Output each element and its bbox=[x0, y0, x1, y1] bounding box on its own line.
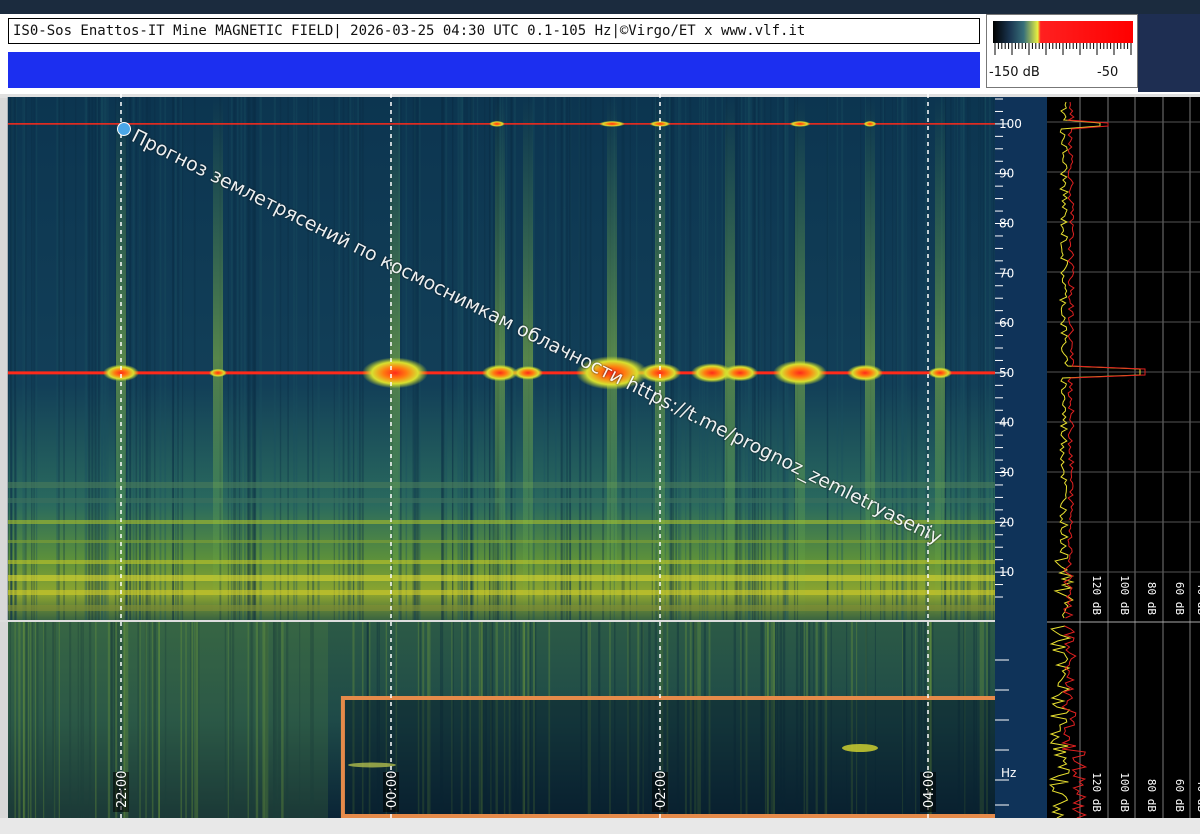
panel-divider bbox=[0, 620, 995, 622]
scale-min-label: -150 dB bbox=[989, 65, 1040, 80]
lower-bright-region bbox=[8, 622, 328, 818]
profile-db-label: 80 dB bbox=[1145, 779, 1158, 812]
time-tick-label: 04:00 bbox=[922, 771, 937, 808]
event-spike bbox=[523, 97, 533, 620]
freq-tick-label: 40 bbox=[999, 416, 1014, 430]
event-spike bbox=[865, 97, 875, 620]
telegram-icon bbox=[117, 122, 131, 136]
freq-unit-label: Hz bbox=[1001, 766, 1016, 780]
profile-db-label: 100 dB bbox=[1118, 772, 1131, 812]
color-scale-legend: -150 dB -50 bbox=[986, 14, 1138, 88]
burst-100hz bbox=[863, 120, 877, 127]
burst-100hz bbox=[489, 120, 505, 127]
freq-tick-label: 60 bbox=[999, 316, 1014, 330]
anomaly-blob bbox=[348, 762, 396, 768]
profile-db-label: 120 dB bbox=[1090, 772, 1103, 812]
profile-db-label: 40 dB bbox=[1195, 779, 1200, 812]
freq-tick-label: 80 bbox=[999, 217, 1014, 231]
spectrogram-svg: 22:00 00:00 02:00 04:00 10 20 30 40 50 60 70 80 90 10… bbox=[0, 0, 1200, 819]
color-scale-ticks bbox=[994, 43, 1132, 55]
burst-50hz bbox=[928, 367, 952, 379]
burst-50hz bbox=[847, 364, 883, 382]
burst-50hz bbox=[513, 365, 543, 380]
profile-db-label: 60 dB bbox=[1173, 582, 1186, 615]
burst-100hz bbox=[599, 120, 625, 127]
anomaly-blob bbox=[842, 744, 878, 752]
time-tick-label: 02:00 bbox=[654, 771, 669, 808]
freq-tick-label: 20 bbox=[999, 515, 1014, 529]
profile-db-label: 100 dB bbox=[1118, 575, 1131, 615]
burst-50hz bbox=[482, 364, 518, 382]
burst-50hz bbox=[722, 364, 758, 382]
event-spike bbox=[725, 97, 735, 620]
color-scale-gradient bbox=[993, 21, 1133, 43]
right-corner-panel bbox=[1138, 14, 1200, 92]
profile-db-label: 80 dB bbox=[1145, 582, 1158, 615]
freq-tick-label: 10 bbox=[999, 565, 1014, 579]
bottom-strip bbox=[0, 818, 1200, 834]
event-spike bbox=[795, 97, 805, 620]
burst-50hz bbox=[209, 368, 227, 378]
chart-title: IS0-Sos Enattos-IT Mine MAGNETIC FIELD| … bbox=[8, 18, 980, 44]
spectrogram-viewer: 22:00 00:00 02:00 04:00 10 20 30 40 50 60 70 80 90 10… bbox=[0, 0, 1200, 834]
freq-tick-label: 70 bbox=[999, 266, 1014, 280]
profile-db-label: 60 dB bbox=[1173, 779, 1186, 812]
burst-100hz bbox=[789, 120, 811, 127]
freq-tick-label: 90 bbox=[999, 167, 1014, 181]
frequency-axis-panel bbox=[995, 97, 1047, 818]
header-blue-band bbox=[8, 52, 980, 88]
freq-tick-label: 100 bbox=[999, 117, 1022, 131]
time-tick-label: 00:00 bbox=[385, 771, 400, 808]
profile-db-label: 40 dB bbox=[1195, 582, 1200, 615]
profile-db-label: 120 dB bbox=[1090, 575, 1103, 615]
time-tick-label: 22:00 bbox=[115, 771, 130, 808]
event-spike bbox=[495, 97, 505, 620]
freq-tick-label: 30 bbox=[999, 466, 1014, 480]
highlight-fill bbox=[342, 698, 1061, 816]
freq-tick-label: 50 bbox=[999, 366, 1014, 380]
top-image-strip bbox=[0, 0, 1200, 14]
scale-max-label: -50 bbox=[1097, 65, 1119, 80]
burst-50hz bbox=[773, 360, 827, 386]
burst-50hz bbox=[362, 357, 428, 389]
